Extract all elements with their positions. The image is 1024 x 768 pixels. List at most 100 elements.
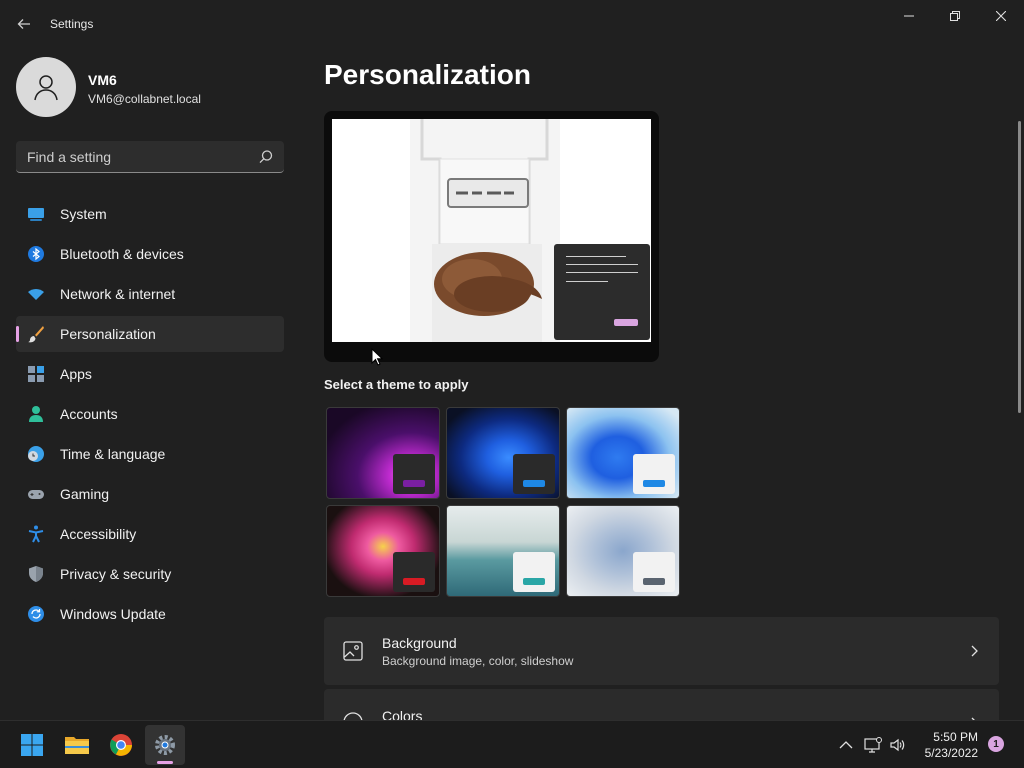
back-button[interactable] [12, 12, 36, 36]
apps-icon [28, 366, 44, 382]
search-input[interactable] [16, 141, 252, 172]
theme-mini-window [633, 552, 675, 592]
preview-accent-button [614, 319, 638, 326]
page-title: Personalization [324, 59, 531, 90]
clock-globe-icon [28, 446, 44, 462]
user-email: VM6@collabnet.local [88, 92, 201, 106]
volume-icon [890, 738, 905, 752]
sidebar-item-label: Apps [60, 366, 92, 382]
theme-bloom-light[interactable] [566, 407, 680, 499]
preview-window [554, 244, 650, 340]
preview-line [566, 256, 626, 257]
sidebar-item-label: System [60, 206, 107, 222]
clock-time[interactable]: 5:50 PM [916, 730, 978, 744]
sidebar-item-label: Bluetooth & devices [60, 246, 184, 262]
accessibility-icon [28, 525, 44, 543]
theme-bloom-dark[interactable] [446, 407, 560, 499]
card-subtitle: Background image, color, slideshow [382, 654, 574, 668]
file-explorer-icon [65, 737, 89, 754]
close-icon [996, 11, 1006, 21]
preview-line [566, 264, 638, 265]
search-icon[interactable] [257, 148, 275, 166]
sidebar-item-bluetooth[interactable]: Bluetooth & devices [16, 236, 284, 272]
system-icon [28, 208, 44, 221]
theme-accent-swatch [643, 578, 665, 585]
sidebar-item-accessibility[interactable]: Accessibility [16, 516, 284, 552]
settings-button[interactable] [145, 725, 185, 765]
theme-mini-window [513, 454, 555, 494]
sidebar-item-label: Time & language [60, 446, 166, 462]
background-card[interactable]: Background Background image, color, slid… [324, 617, 999, 685]
sidebar-item-network[interactable]: Network & internet [16, 276, 284, 312]
bluetooth-icon [28, 246, 44, 262]
wifi-icon [28, 289, 44, 300]
sidebar-item-label: Gaming [60, 486, 110, 502]
settings-icon [155, 735, 175, 755]
theme-accent-swatch [523, 480, 545, 487]
theme-mini-window [633, 454, 675, 494]
theme-heading: Select a theme to apply [324, 377, 469, 392]
sidebar-item-label: Accounts [60, 406, 118, 422]
sidebar-item-label: Privacy & security [60, 566, 172, 582]
avatar[interactable] [16, 57, 76, 117]
sidebar-item-privacy[interactable]: Privacy & security [16, 556, 284, 592]
sidebar-item-accounts[interactable]: Accounts [16, 396, 284, 432]
sidebar-item-label: Accessibility [60, 526, 137, 542]
accounts-icon [29, 406, 43, 422]
sidebar-item-gaming[interactable]: Gaming [16, 476, 284, 512]
gamepad-icon [28, 490, 44, 499]
minimize-button[interactable] [886, 0, 932, 32]
chrome-icon [110, 734, 132, 756]
sidebar-item-personalization[interactable]: Personalization [16, 316, 284, 352]
sidebar-item-label: Network & internet [60, 286, 176, 302]
brush-icon [28, 326, 44, 343]
clock-date[interactable]: 5/23/2022 [916, 746, 978, 760]
theme-flow[interactable] [566, 505, 680, 597]
title-bar: Settings [0, 0, 1024, 48]
chrome-button[interactable] [101, 725, 141, 765]
sidebar-item-system[interactable]: System [16, 196, 284, 232]
start-button[interactable] [12, 725, 52, 765]
start-icon [21, 734, 43, 756]
search-box[interactable] [16, 141, 284, 173]
desktop-preview [332, 119, 651, 342]
sidebar-item-windows-update[interactable]: Windows Update [16, 596, 284, 632]
taskbar [0, 720, 1024, 768]
theme-accent-swatch [523, 578, 545, 585]
user-name: VM6 [88, 72, 117, 88]
theme-captured-motion[interactable] [326, 505, 440, 597]
close-button[interactable] [978, 0, 1024, 32]
restore-button[interactable] [932, 0, 978, 32]
minimize-icon [904, 15, 914, 17]
sidebar-item-apps[interactable]: Apps [16, 356, 284, 392]
theme-accent-swatch [403, 480, 425, 487]
theme-accent-swatch [403, 578, 425, 585]
theme-mini-window [513, 552, 555, 592]
network-icon [864, 737, 882, 753]
file-explorer-button[interactable] [57, 725, 97, 765]
sidebar-item-label: Personalization [60, 326, 156, 342]
user-icon [34, 75, 58, 101]
scrollbar[interactable] [1018, 121, 1021, 413]
active-app-indicator [157, 761, 173, 764]
chevron-up-icon [839, 741, 853, 749]
theme-glow[interactable] [326, 407, 440, 499]
theme-sunrise[interactable] [446, 505, 560, 597]
notification-badge[interactable]: 1 [988, 736, 1004, 752]
network-status-button[interactable] [863, 735, 883, 755]
volume-button[interactable] [888, 735, 908, 755]
update-icon [28, 606, 44, 622]
theme-accent-swatch [643, 480, 665, 487]
back-arrow-icon [17, 19, 30, 29]
sidebar-item-time-language[interactable]: Time & language [16, 436, 284, 472]
mouse-cursor-icon [371, 348, 383, 366]
show-hidden-icons-button[interactable] [836, 735, 856, 755]
image-icon [343, 641, 363, 661]
sidebar-nav: System Bluetooth & devices Network & int… [16, 196, 284, 636]
app-title: Settings [50, 17, 94, 31]
card-title: Background [382, 635, 457, 651]
theme-preview [324, 111, 659, 362]
shield-icon [29, 566, 43, 582]
sidebar-item-label: Windows Update [60, 606, 166, 622]
chevron-right-icon [971, 645, 978, 657]
